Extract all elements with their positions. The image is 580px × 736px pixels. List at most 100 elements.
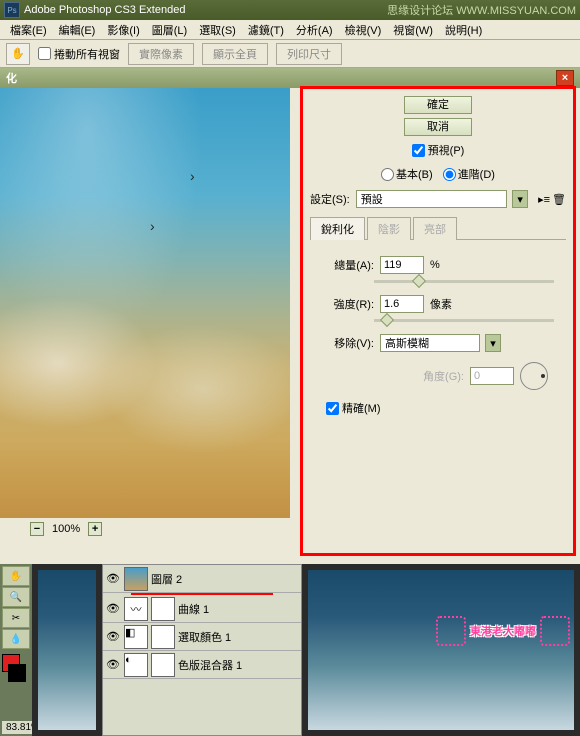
bird-icon: ›: [150, 218, 155, 234]
mask-thumb[interactable]: [151, 625, 175, 649]
zoom-in-button[interactable]: +: [88, 522, 102, 536]
radius-unit: 像素: [430, 296, 452, 312]
close-icon[interactable]: ×: [556, 70, 574, 86]
tools-palette: ✋ 🔍 ✂ 💧 83.81%: [0, 564, 32, 736]
actual-pixels-button[interactable]: 實際像素: [128, 43, 194, 65]
eyedropper-tool[interactable]: 💧: [2, 629, 30, 649]
menu-view[interactable]: 檢視(V): [339, 20, 388, 40]
tab-shadow[interactable]: 陰影: [367, 217, 411, 240]
zoom-level: 100%: [52, 523, 80, 535]
layer-row[interactable]: 👁 ◧ 選取顏色 1: [103, 623, 301, 651]
layers-panel: 👁 圖層 2 👁 〰 曲線 1 👁 ◧ 選取顏色 1 👁 ◐ 色版混合器 1: [102, 564, 302, 736]
mask-thumb[interactable]: [151, 597, 175, 621]
save-preset-icon[interactable]: ▸≡: [538, 193, 550, 206]
advanced-radio[interactable]: 進階(D): [443, 166, 495, 182]
layer-name[interactable]: 色版混合器 1: [178, 657, 242, 673]
crop-tool[interactable]: ✂: [2, 608, 30, 628]
preset-label: 設定(S):: [310, 191, 350, 207]
angle-dial: [520, 362, 548, 390]
layer-row[interactable]: 👁 ◐ 色版混合器 1: [103, 651, 301, 679]
options-bar: ✋ 捲動所有視窗 實際像素 顯示全頁 列印尺寸: [0, 40, 580, 68]
layer-thumb[interactable]: [124, 567, 148, 591]
amount-label: 總量(A):: [318, 257, 374, 273]
bottom-panels: ✋ 🔍 ✂ 💧 83.81% 👁 圖層 2 👁 〰 曲線 1 👁 ◧ 選取: [0, 564, 580, 736]
adjustment-icon[interactable]: ◐: [124, 653, 148, 677]
layer-name[interactable]: 曲線 1: [178, 601, 209, 617]
preview-label: 預視(P): [428, 142, 465, 158]
cancel-button[interactable]: 取消: [404, 118, 472, 136]
fit-screen-button[interactable]: 顯示全頁: [202, 43, 268, 65]
dialog-body: › › − 100% + 確定 取消 預視(P) 基本(B) 進階(D) 設定(…: [0, 88, 580, 564]
preview-pane: › › − 100% +: [0, 88, 296, 564]
mask-thumb[interactable]: [151, 653, 175, 677]
menu-analysis[interactable]: 分析(A): [290, 20, 339, 40]
zoom-controls: − 100% +: [0, 518, 296, 540]
menu-select[interactable]: 選取(S): [193, 20, 242, 40]
zoom-out-button[interactable]: −: [30, 522, 44, 536]
radius-input[interactable]: [380, 295, 424, 313]
hand-tool-icon[interactable]: ✋: [6, 43, 30, 65]
app-title: Adobe Photoshop CS3 Extended: [24, 4, 185, 16]
layer-name[interactable]: 選取顏色 1: [178, 629, 231, 645]
layer-name[interactable]: 圖層 2: [151, 571, 182, 587]
bird-icon: ›: [190, 168, 195, 184]
app-icon: Ps: [4, 2, 20, 18]
scroll-all-label: 捲動所有視窗: [54, 46, 120, 62]
background-swatch[interactable]: [8, 664, 26, 682]
menu-bar: 檔案(E) 編輯(E) 影像(I) 圖層(L) 選取(S) 濾鏡(T) 分析(A…: [0, 20, 580, 40]
amount-input[interactable]: [380, 256, 424, 274]
chevron-down-icon[interactable]: ▾: [512, 190, 528, 208]
chevron-down-icon[interactable]: ▾: [485, 334, 501, 352]
visibility-icon[interactable]: 👁: [105, 601, 121, 617]
preview-image[interactable]: › ›: [0, 88, 290, 518]
adjustment-icon[interactable]: 〰: [124, 597, 148, 621]
watermark: 思缘设计论坛 WWW.MISSYUAN.COM: [387, 2, 576, 18]
basic-radio[interactable]: 基本(B): [381, 166, 433, 182]
radius-label: 強度(R):: [318, 296, 374, 312]
tab-strip: 銳利化 陰影 亮部: [310, 216, 566, 240]
menu-layer[interactable]: 圖層(L): [146, 20, 193, 40]
visibility-icon[interactable]: 👁: [105, 629, 121, 645]
controls-pane: 確定 取消 預視(P) 基本(B) 進階(D) 設定(S): 預設 ▾ ▸≡ 🗑…: [296, 88, 580, 564]
dialog-titlebar: 化 ×: [0, 68, 580, 88]
ok-button[interactable]: 確定: [404, 96, 472, 114]
amount-unit: %: [430, 259, 440, 271]
amount-slider[interactable]: [374, 280, 554, 283]
delete-preset-icon[interactable]: 🗑: [552, 193, 566, 206]
hand-tool[interactable]: ✋: [2, 566, 30, 586]
scroll-all-input[interactable]: [38, 47, 51, 60]
menu-image[interactable]: 影像(I): [101, 20, 145, 40]
adjustment-icon[interactable]: ◧: [124, 625, 148, 649]
preview-checkbox[interactable]: [412, 144, 425, 157]
document-window: [302, 564, 580, 736]
angle-label: 角度(G):: [423, 368, 464, 384]
visibility-icon[interactable]: 👁: [105, 571, 121, 587]
angle-input: [470, 367, 514, 385]
menu-edit[interactable]: 編輯(E): [53, 20, 102, 40]
radius-slider[interactable]: [374, 319, 554, 322]
visibility-icon[interactable]: 👁: [105, 657, 121, 673]
menu-help[interactable]: 說明(H): [439, 20, 488, 40]
tab-sharpen[interactable]: 銳利化: [310, 217, 365, 240]
layer-row[interactable]: 👁 圖層 2: [103, 565, 301, 593]
navigator-thumb[interactable]: [38, 570, 96, 730]
remove-select[interactable]: 高斯模糊: [380, 334, 480, 352]
layer-row[interactable]: 👁 〰 曲線 1: [103, 595, 301, 623]
zoom-tool[interactable]: 🔍: [2, 587, 30, 607]
accurate-label: 精確(M): [342, 400, 381, 416]
menu-window[interactable]: 視窗(W): [387, 20, 439, 40]
slider-thumb[interactable]: [412, 274, 426, 288]
dialog-title: 化: [6, 70, 17, 86]
remove-label: 移除(V):: [318, 335, 374, 351]
scroll-all-checkbox[interactable]: 捲動所有視窗: [38, 46, 120, 62]
tab-highlight[interactable]: 亮部: [413, 217, 457, 240]
menu-filter[interactable]: 濾鏡(T): [242, 20, 290, 40]
canvas[interactable]: [308, 570, 574, 730]
preset-select[interactable]: 預設: [356, 190, 507, 208]
title-bar: Ps Adobe Photoshop CS3 Extended 思缘设计论坛 W…: [0, 0, 580, 20]
navigator-panel: [32, 564, 102, 736]
print-size-button[interactable]: 列印尺寸: [276, 43, 342, 65]
menu-file[interactable]: 檔案(E): [4, 20, 53, 40]
accurate-checkbox[interactable]: [326, 402, 339, 415]
slider-thumb[interactable]: [380, 313, 394, 327]
